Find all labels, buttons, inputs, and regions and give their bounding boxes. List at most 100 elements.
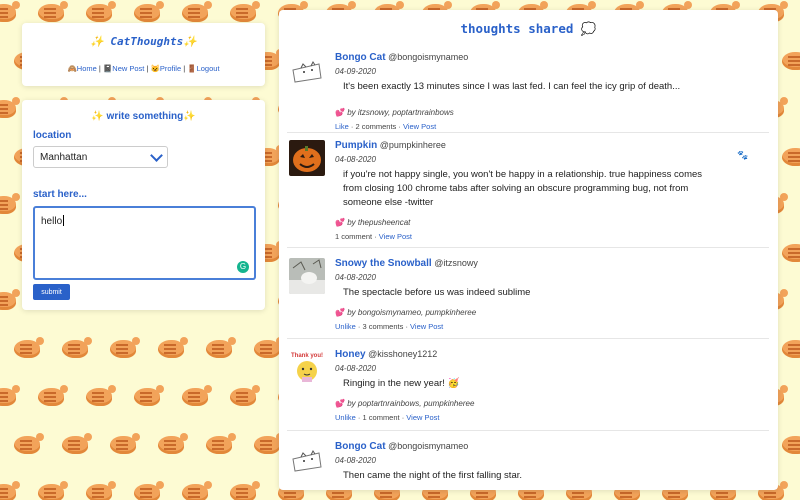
post-likes-text: by poptartnrainbows, pumpkinheree bbox=[347, 399, 475, 408]
nav-profile-link[interactable]: Profile bbox=[160, 64, 181, 73]
post-text: It's been exactly 13 minutes since I was… bbox=[343, 81, 681, 92]
divider bbox=[287, 247, 769, 248]
unlike-button[interactable]: Unlike bbox=[335, 322, 356, 331]
avatar-honey[interactable]: Thank you! bbox=[289, 349, 325, 385]
cat-pattern-tile bbox=[206, 337, 236, 358]
cat-pattern-tile bbox=[0, 289, 20, 310]
location-select[interactable]: Manhattan bbox=[33, 146, 168, 168]
cat-pattern-tile bbox=[158, 337, 188, 358]
cat-pattern-tile bbox=[782, 436, 800, 454]
heart-icon: 💕 bbox=[335, 108, 345, 117]
cat-pattern-tile bbox=[134, 385, 164, 406]
post-text: Then came the night of the first falling… bbox=[343, 470, 523, 481]
avatar-pumpkin[interactable] bbox=[289, 140, 325, 176]
thoughts-feed: thoughts shared 💭 Bongo Cat @bongoismyna… bbox=[279, 10, 778, 490]
avatar-snowy[interactable] bbox=[289, 258, 325, 294]
cat-pattern-tile bbox=[254, 337, 284, 358]
feed-heading: thoughts shared 💭 bbox=[460, 21, 597, 36]
post-body: Pumpkin @pumpkinheree 04-08-2020 if you'… bbox=[335, 140, 705, 241]
post-author-name[interactable]: Bongo Cat bbox=[335, 441, 386, 452]
post-author-handle: @itzsnowy bbox=[434, 258, 478, 268]
brand-card: ✨ CatThoughts✨ 🙈Home | 📓New Post | 😺Prof… bbox=[22, 23, 265, 86]
post-date: 04-08-2020 bbox=[335, 364, 376, 373]
notebook-icon: 📓 bbox=[102, 64, 113, 73]
heart-icon: 💕 bbox=[335, 399, 345, 408]
post-text: if you're not happy single, you won't be… bbox=[343, 169, 703, 208]
post-author-handle: @bongoismynameo bbox=[388, 52, 469, 62]
thought-text-value: hello bbox=[41, 216, 63, 227]
location-label: location bbox=[33, 130, 72, 141]
post-likes: 💕 by thepusheencat bbox=[335, 218, 705, 227]
post-actions: 1 comment · View Post bbox=[335, 232, 412, 241]
view-post-link[interactable]: View Post bbox=[379, 232, 412, 241]
post-date: 04-09-2020 bbox=[335, 67, 376, 76]
avatar-bongo-cat[interactable] bbox=[289, 441, 325, 477]
post-author-handle: @bongoismynameo bbox=[388, 441, 469, 451]
post-author-name[interactable]: Snowy the Snowball bbox=[335, 258, 432, 269]
app-title: ✨ CatThoughts✨ bbox=[90, 35, 197, 48]
nav-home-link[interactable]: Home bbox=[77, 64, 97, 73]
view-post-link[interactable]: View Post bbox=[403, 122, 436, 131]
cat-pattern-tile bbox=[158, 433, 188, 454]
post-date: 04-08-2020 bbox=[335, 273, 376, 282]
cat-pattern-tile bbox=[254, 433, 284, 454]
comment-count: 1 comment bbox=[335, 232, 373, 241]
nav-logout-link[interactable]: Logout bbox=[197, 64, 220, 73]
cat-pattern-tile bbox=[38, 385, 68, 406]
comment-count: 1 comment bbox=[362, 413, 400, 422]
post-author-handle: @kisshoney1212 bbox=[368, 349, 438, 359]
view-post-link[interactable]: View Post bbox=[406, 413, 439, 422]
cat-pattern-tile bbox=[0, 385, 20, 406]
cat-pattern-tile bbox=[134, 481, 164, 500]
cat-pattern-tile bbox=[86, 385, 116, 406]
cat-pattern-tile bbox=[110, 337, 140, 358]
paw-prints-icon: 🐾 bbox=[737, 150, 749, 160]
cat-pattern-tile bbox=[0, 481, 20, 500]
post-author-name[interactable]: Pumpkin bbox=[335, 140, 377, 151]
heart-icon: 💕 bbox=[335, 218, 345, 227]
cat-face-icon: 😺 bbox=[150, 64, 160, 73]
like-button[interactable]: Like bbox=[335, 122, 349, 131]
post-body: Bongo Cat @bongoismynameo 04-09-2020 It'… bbox=[335, 52, 705, 131]
cat-pattern-tile bbox=[38, 1, 68, 22]
cat-pattern-tile bbox=[0, 97, 20, 118]
post-likes-text: by thepusheencat bbox=[347, 218, 411, 227]
top-nav: 🙈Home | 📓New Post | 😺Profile | 🚪Logout bbox=[67, 64, 220, 73]
thought-textarea[interactable]: hello G bbox=[33, 206, 256, 280]
post-likes: 💕 by poptartnrainbows, pumpkinheree bbox=[335, 399, 705, 408]
divider bbox=[287, 338, 769, 339]
submit-button[interactable]: submit bbox=[33, 284, 70, 300]
post-body: Honey @kisshoney1212 04-08-2020 Ringing … bbox=[335, 349, 705, 422]
cat-pattern-tile bbox=[0, 193, 20, 214]
post-author-name[interactable]: Bongo Cat bbox=[335, 52, 386, 63]
post-actions: Like · 2 comments · View Post bbox=[335, 122, 437, 131]
svg-text:Thank you!: Thank you! bbox=[291, 353, 323, 359]
avatar-bongo-cat[interactable] bbox=[289, 52, 325, 88]
comment-count: 2 comments bbox=[355, 122, 397, 131]
post-likes: 💕 by bongoismynameo, pumpkinheree bbox=[335, 308, 705, 317]
view-post-link[interactable]: View Post bbox=[410, 322, 443, 331]
cat-pattern-tile bbox=[134, 1, 164, 22]
cat-pattern-tile bbox=[782, 244, 800, 262]
comment-count: 3 comments bbox=[362, 322, 404, 331]
cat-pattern-tile bbox=[86, 481, 116, 500]
cat-pattern-tile bbox=[14, 337, 44, 358]
cat-pattern-tile bbox=[206, 433, 236, 454]
cat-pattern-tile bbox=[182, 481, 212, 500]
nav-new-post-link[interactable]: New Post bbox=[112, 64, 144, 73]
post-likes-text: by bongoismynameo, pumpkinheree bbox=[347, 308, 477, 317]
location-selected-value: Manhattan bbox=[40, 152, 88, 163]
divider bbox=[287, 132, 769, 133]
unlike-button[interactable]: Unlike bbox=[335, 413, 356, 422]
cat-pattern-tile bbox=[38, 481, 68, 500]
cat-pattern-tile bbox=[230, 1, 260, 22]
cat-pattern-tile bbox=[62, 433, 92, 454]
post-author-name[interactable]: Honey bbox=[335, 349, 366, 360]
cat-pattern-tile bbox=[62, 337, 92, 358]
cat-pattern-tile bbox=[782, 148, 800, 166]
cat-pattern-tile bbox=[86, 1, 116, 22]
cat-pattern-tile bbox=[110, 433, 140, 454]
grammarly-icon[interactable]: G bbox=[237, 261, 249, 273]
post-actions: Unlike · 3 comments · View Post bbox=[335, 322, 444, 331]
cat-pattern-tile bbox=[182, 385, 212, 406]
